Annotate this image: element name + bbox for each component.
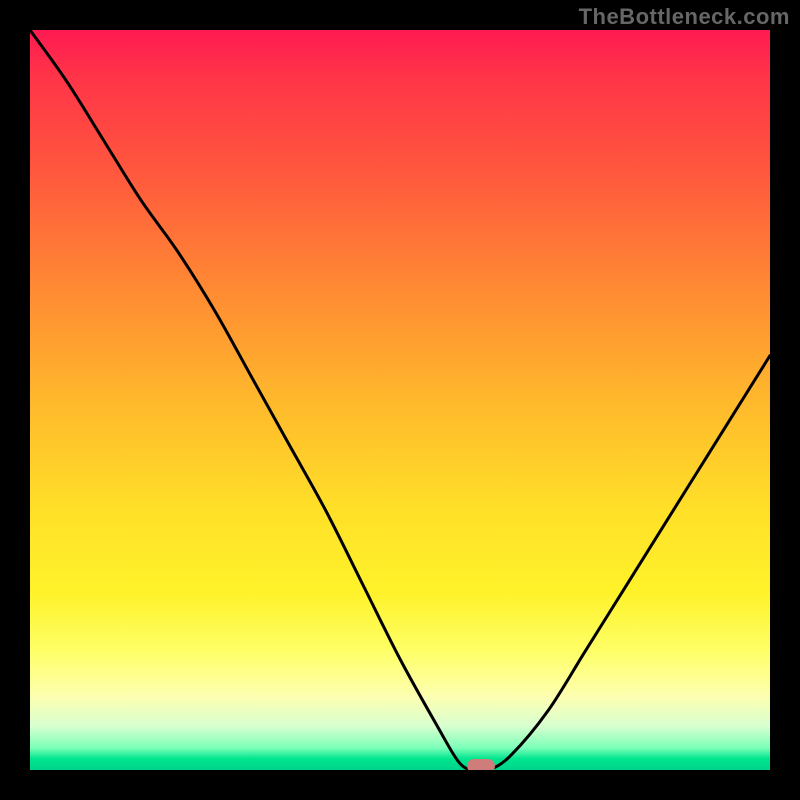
target-marker (467, 759, 495, 770)
watermark-text: TheBottleneck.com (579, 4, 790, 30)
chart-frame: TheBottleneck.com (0, 0, 800, 800)
plot-area (30, 30, 770, 770)
bottleneck-curve (30, 30, 770, 770)
curve-layer (30, 30, 770, 770)
